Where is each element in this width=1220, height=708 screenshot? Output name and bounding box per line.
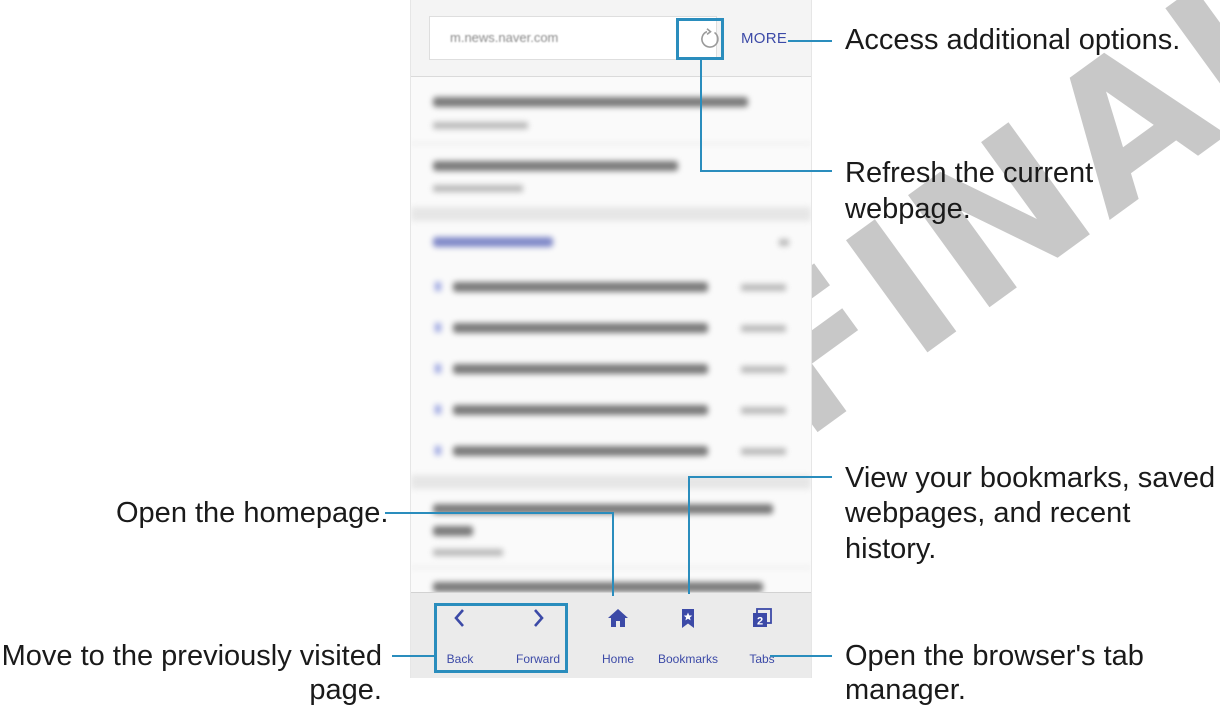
address-bar-area: m.news.naver.com MORE [411,0,811,77]
bookmarks-callout-line2: webpages, and recent history. [845,497,1131,565]
more-callout: Access additional options. [845,24,1181,56]
tabs-callout-line2: manager. [845,674,966,706]
tabs-callout-line1: Open the browser's tab [845,640,1144,672]
bookmarks-label: Bookmarks [657,652,719,666]
bookmarks-callout-line1: View your bookmarks, saved [845,462,1216,494]
home-callout-line-h [385,512,613,514]
home-callout: Open the homepage. [116,497,389,529]
home-callout-line-v [612,512,614,596]
back-forward-highlight [434,603,568,673]
back-callout-line1: Move to the previously visited [1,640,382,672]
refresh-callout-line-h [700,170,832,172]
tabs-icon: 2 [753,608,772,628]
back-callout-line2: page. [309,674,382,706]
webpage-content [411,77,811,592]
refresh-highlight [676,18,724,60]
browser-screen: m.news.naver.com MORE Back Forward Home … [410,0,812,678]
home-icon [608,609,628,627]
more-callout-line [788,40,832,42]
url-field[interactable]: m.news.naver.com [429,16,719,60]
refresh-callout: Refresh the current webpage. [845,157,1094,225]
bookmarks-callout-line-h [688,476,832,478]
tab-count: 2 [757,616,763,628]
bookmark-icon [682,609,694,628]
home-button[interactable]: Home [583,593,653,678]
tabs-callout-line [770,655,832,657]
home-label: Home [601,652,634,666]
tabs-button[interactable]: 2 Tabs [727,593,797,678]
more-button[interactable]: MORE [741,30,787,47]
refresh-callout-line-v [700,58,702,170]
bookmarks-callout-line-v [688,476,690,594]
back-callout-line [392,655,434,657]
bookmarks-button[interactable]: Bookmarks [653,593,723,678]
url-text: m.news.naver.com [450,30,559,45]
